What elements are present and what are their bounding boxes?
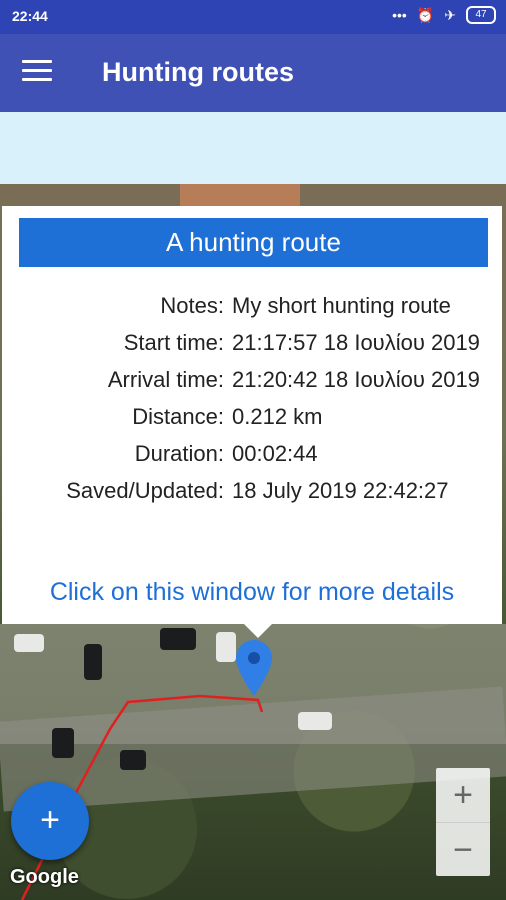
status-bar: 22:44 ••• ⏰ ✈ 47 xyxy=(0,0,506,34)
info-window-details: Notes: My short hunting route Start time: 2… xyxy=(2,290,502,512)
info-row-label: Notes: xyxy=(160,293,224,318)
header-band xyxy=(0,112,506,184)
add-route-button[interactable]: + xyxy=(11,782,89,860)
battery-icon: 47 xyxy=(466,6,496,24)
info-row-label: Duration: xyxy=(134,441,224,466)
more-details-link[interactable]: Click on this window for more details xyxy=(2,578,502,607)
airplane-icon: ✈ xyxy=(444,6,456,23)
info-row: Notes: My short hunting route xyxy=(2,290,502,321)
app-bar: Hunting routes xyxy=(0,34,506,112)
info-row-label: Distance: xyxy=(132,404,224,429)
alarm-icon: ⏰ xyxy=(416,6,435,23)
google-attribution: Google xyxy=(10,866,79,888)
status-icons: ••• ⏰ ✈ 47 xyxy=(392,6,496,24)
info-row-value: 18 July 2019 22:42:27 xyxy=(232,478,449,503)
info-row: Distance: 0.212 km xyxy=(2,401,502,432)
zoom-in-button[interactable]: + xyxy=(436,768,490,822)
info-row: Start time: 21:17:57 18 Ιουλίου 2019 xyxy=(2,327,502,358)
info-row: Arrival time: 21:20:42 18 Ιουλίου 2019 xyxy=(2,364,502,395)
zoom-controls: + − xyxy=(436,768,490,876)
info-window[interactable]: A hunting route Notes: My short hunting r… xyxy=(2,206,502,638)
info-row-value: My short hunting route xyxy=(232,293,451,318)
page-title: Hunting routes xyxy=(102,57,294,87)
menu-icon[interactable] xyxy=(22,60,52,86)
info-row-value: 21:17:57 18 Ιουλίου 2019 xyxy=(232,330,480,355)
status-time: 22:44 xyxy=(12,8,48,24)
location-marker-icon[interactable] xyxy=(236,640,272,696)
info-row-value: 21:20:42 18 Ιουλίου 2019 xyxy=(232,367,480,392)
info-row-label: Arrival time: xyxy=(107,367,224,392)
info-row-label: Saved/Updated: xyxy=(66,478,224,503)
info-row-value: 0.212 km xyxy=(232,404,323,429)
more-dots-icon: ••• xyxy=(392,7,407,23)
info-row: Saved/Updated: 18 July 2019 22:42:27 xyxy=(2,475,502,506)
zoom-out-button[interactable]: − xyxy=(436,823,490,877)
info-row-value: 00:02:44 xyxy=(232,441,318,466)
info-row-label: Start time: xyxy=(123,330,224,355)
info-row: Duration: 00:02:44 xyxy=(2,438,502,469)
info-window-title: A hunting route xyxy=(19,218,488,267)
